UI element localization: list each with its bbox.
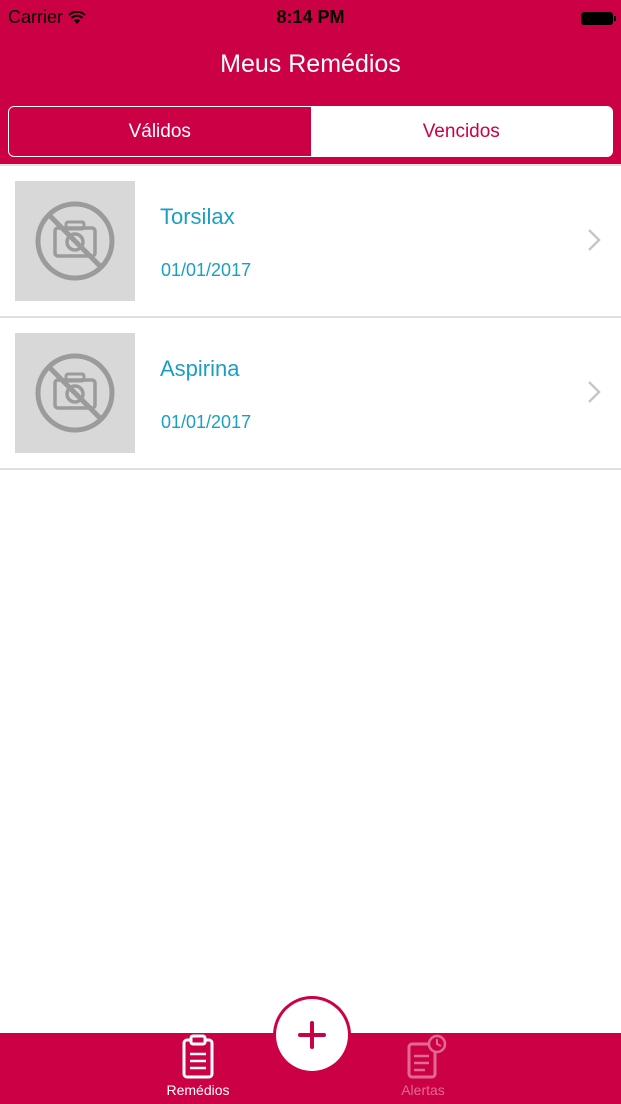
add-button-inner bbox=[276, 999, 348, 1071]
chevron-right-icon bbox=[588, 229, 601, 251]
medicine-list: Torsilax 01/01/2017 Aspirina 01/01/2017 bbox=[0, 166, 621, 470]
medicine-thumbnail bbox=[15, 181, 135, 301]
list-item[interactable]: Aspirina 01/01/2017 bbox=[0, 318, 621, 470]
medicine-date: 01/01/2017 bbox=[161, 260, 252, 280]
tab-remedios[interactable]: Remédios bbox=[158, 1034, 238, 1104]
no-photo-icon bbox=[35, 353, 115, 433]
alert-clipboard-icon bbox=[407, 1034, 447, 1079]
chevron-right-icon bbox=[588, 381, 601, 403]
tab-remedios-label: Remédios bbox=[166, 1082, 230, 1098]
header: Carrier 8:14 PM Meus Remédios Válidos Ve… bbox=[0, 0, 621, 164]
segment-validos[interactable]: Válidos bbox=[9, 107, 311, 156]
status-time: 8:14 PM bbox=[276, 7, 345, 27]
plus-icon bbox=[298, 1021, 326, 1049]
battery-icon bbox=[581, 12, 616, 25]
medicine-name: Torsilax bbox=[160, 204, 235, 229]
medicine-date: 01/01/2017 bbox=[161, 412, 252, 432]
status-bar: Carrier 8:14 PM bbox=[0, 0, 621, 36]
tab-alertas-label: Alertas bbox=[401, 1082, 445, 1098]
tab-alertas[interactable]: Alertas bbox=[383, 1034, 463, 1104]
medicine-name: Aspirina bbox=[160, 356, 240, 381]
clipboard-icon bbox=[182, 1034, 214, 1079]
medicine-thumbnail bbox=[15, 333, 135, 453]
list-item[interactable]: Torsilax 01/01/2017 bbox=[0, 166, 621, 318]
segmented-control: Válidos Vencidos bbox=[8, 106, 613, 157]
segment-vencidos[interactable]: Vencidos bbox=[310, 107, 612, 156]
add-medicine-button[interactable] bbox=[273, 996, 351, 1074]
page-title: Meus Remédios bbox=[220, 50, 401, 78]
no-photo-icon bbox=[35, 201, 115, 281]
